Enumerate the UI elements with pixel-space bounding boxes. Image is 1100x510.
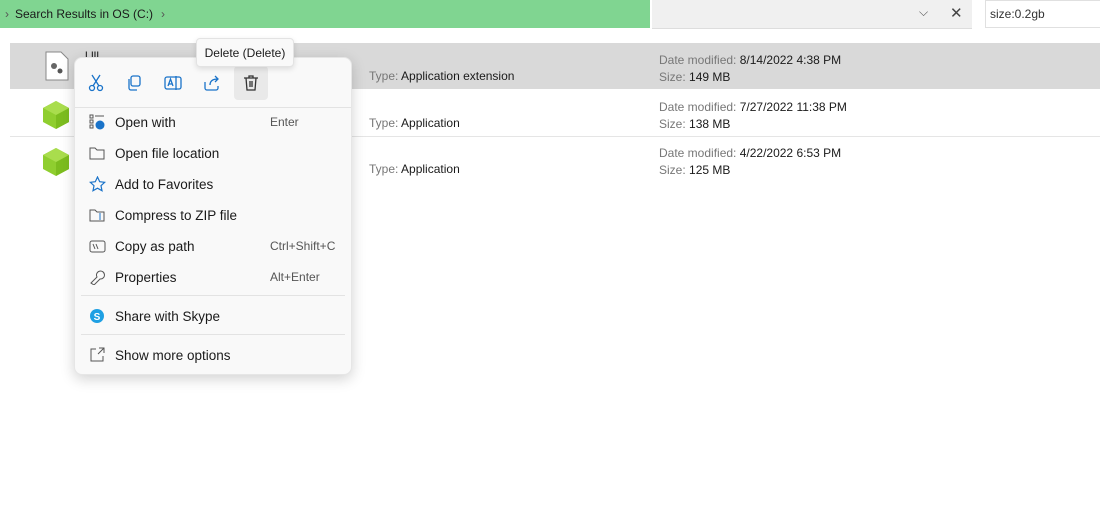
cut-icon: [88, 74, 104, 92]
breadcrumb-bar[interactable]: › Search Results in OS (C:) ›: [0, 0, 650, 28]
menu-divider: [81, 295, 345, 296]
tooltip-text: Delete (Delete): [204, 45, 286, 60]
chevron-right-icon[interactable]: ›: [161, 7, 165, 21]
file-size: 149 MB: [689, 70, 731, 84]
file-type: Application extension: [401, 69, 515, 83]
search-value[interactable]: size:0.2gb: [990, 7, 1045, 21]
menu-item-label: Open with: [115, 114, 176, 130]
menu-item-compress-zip[interactable]: Compress to ZIP file: [75, 200, 351, 230]
zip-folder-icon: [88, 208, 106, 222]
star-icon: [88, 176, 106, 192]
menu-item-open-file-location[interactable]: Open file location: [75, 138, 351, 168]
file-size: 125 MB: [689, 163, 731, 177]
size-label: Size:: [659, 70, 686, 84]
rename-button[interactable]: [156, 66, 190, 100]
cut-button[interactable]: [79, 66, 113, 100]
chevron-right-icon[interactable]: ›: [5, 7, 9, 21]
menu-item-label: Share with Skype: [115, 308, 221, 324]
menu-item-label: Add to Favorites: [115, 176, 214, 192]
address-bar[interactable]: ⌵ ✕: [652, 0, 972, 29]
rename-icon: [164, 76, 182, 90]
menu-item-copy-as-path[interactable]: Copy as path Ctrl+Shift+C: [75, 231, 351, 261]
menu-item-label: Open file location: [115, 145, 220, 161]
menu-item-share-skype[interactable]: S Share with Skype: [75, 301, 351, 331]
copy-icon: [128, 75, 141, 91]
type-label: Type:: [369, 116, 399, 130]
menu-item-label: Copy as path: [115, 238, 195, 254]
copy-button[interactable]: [117, 66, 151, 100]
menu-item-label: Show more options: [115, 347, 231, 363]
settings-file-icon: [45, 51, 69, 81]
file-type: Application: [401, 116, 460, 130]
show-more-icon: [88, 347, 106, 363]
shortcut: Alt+Enter: [270, 270, 320, 284]
file-date: 7/27/2022 11:38 PM: [739, 100, 847, 114]
menu-item-open-with[interactable]: Open with Enter: [75, 107, 351, 137]
type-label: Type:: [369, 69, 399, 83]
search-input[interactable]: size:0.2gb: [985, 0, 1100, 28]
green-cube-icon: [43, 101, 69, 129]
menu-item-add-to-favorites[interactable]: Add to Favorites: [75, 169, 351, 199]
date-label: Date modified:: [659, 100, 737, 114]
context-menu: Open with Enter Open file location Add to…: [74, 57, 352, 375]
shortcut: Enter: [270, 115, 299, 129]
wrench-icon: [88, 269, 106, 285]
menu-item-label: Compress to ZIP file: [115, 207, 238, 223]
menu-item-label: Properties: [115, 269, 177, 285]
svg-text:S: S: [94, 312, 101, 323]
file-date: 4/22/2022 6:53 PM: [739, 146, 842, 160]
menu-item-properties[interactable]: Properties Alt+Enter: [75, 262, 351, 292]
shortcut: Ctrl+Shift+C: [270, 239, 336, 253]
folder-icon: [88, 146, 106, 160]
delete-button[interactable]: [234, 66, 268, 100]
menu-item-show-more-options[interactable]: Show more options: [75, 340, 351, 370]
breadcrumb-location[interactable]: Search Results in OS (C:): [15, 7, 153, 21]
green-cube-icon: [43, 148, 69, 176]
file-type: Application: [401, 162, 460, 176]
size-label: Size:: [659, 117, 686, 131]
date-label: Date modified:: [659, 146, 737, 160]
skype-icon: S: [88, 308, 106, 324]
open-with-icon: [88, 114, 106, 130]
size-label: Size:: [659, 163, 686, 177]
file-date: 8/14/2022 4:38 PM: [739, 53, 842, 67]
copy-path-icon: [88, 240, 106, 253]
menu-divider: [81, 334, 345, 335]
chevron-down-icon[interactable]: ⌵: [919, 5, 928, 20]
tooltip: Delete (Delete): [196, 38, 294, 67]
share-button[interactable]: [195, 66, 229, 100]
file-size: 138 MB: [689, 117, 731, 131]
close-icon[interactable]: ✕: [950, 4, 963, 22]
type-label: Type:: [369, 162, 399, 176]
delete-icon: [244, 75, 258, 91]
date-label: Date modified:: [659, 53, 737, 67]
share-icon: [204, 75, 219, 91]
